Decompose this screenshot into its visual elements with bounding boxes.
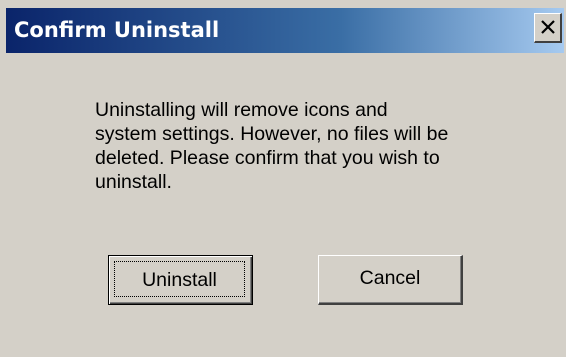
message-line: Uninstalling will remove icons and <box>95 99 388 121</box>
close-icon <box>541 20 555 34</box>
confirm-message: Uninstalling will remove icons and syste… <box>95 98 495 194</box>
message-line: system settings. However, no files will … <box>95 123 449 145</box>
uninstall-button[interactable]: Uninstall <box>108 255 253 305</box>
message-line: uninstall. <box>95 171 172 193</box>
dialog-title: Confirm Uninstall <box>14 18 220 42</box>
message-line: deleted. Please confirm that you wish to <box>95 147 440 169</box>
close-button[interactable] <box>534 13 562 43</box>
title-bar[interactable]: Confirm Uninstall <box>6 8 564 53</box>
uninstall-button-label: Uninstall <box>114 261 245 297</box>
confirm-uninstall-dialog: Confirm Uninstall Uninstalling will remo… <box>0 0 566 357</box>
cancel-button[interactable]: Cancel <box>318 255 463 305</box>
